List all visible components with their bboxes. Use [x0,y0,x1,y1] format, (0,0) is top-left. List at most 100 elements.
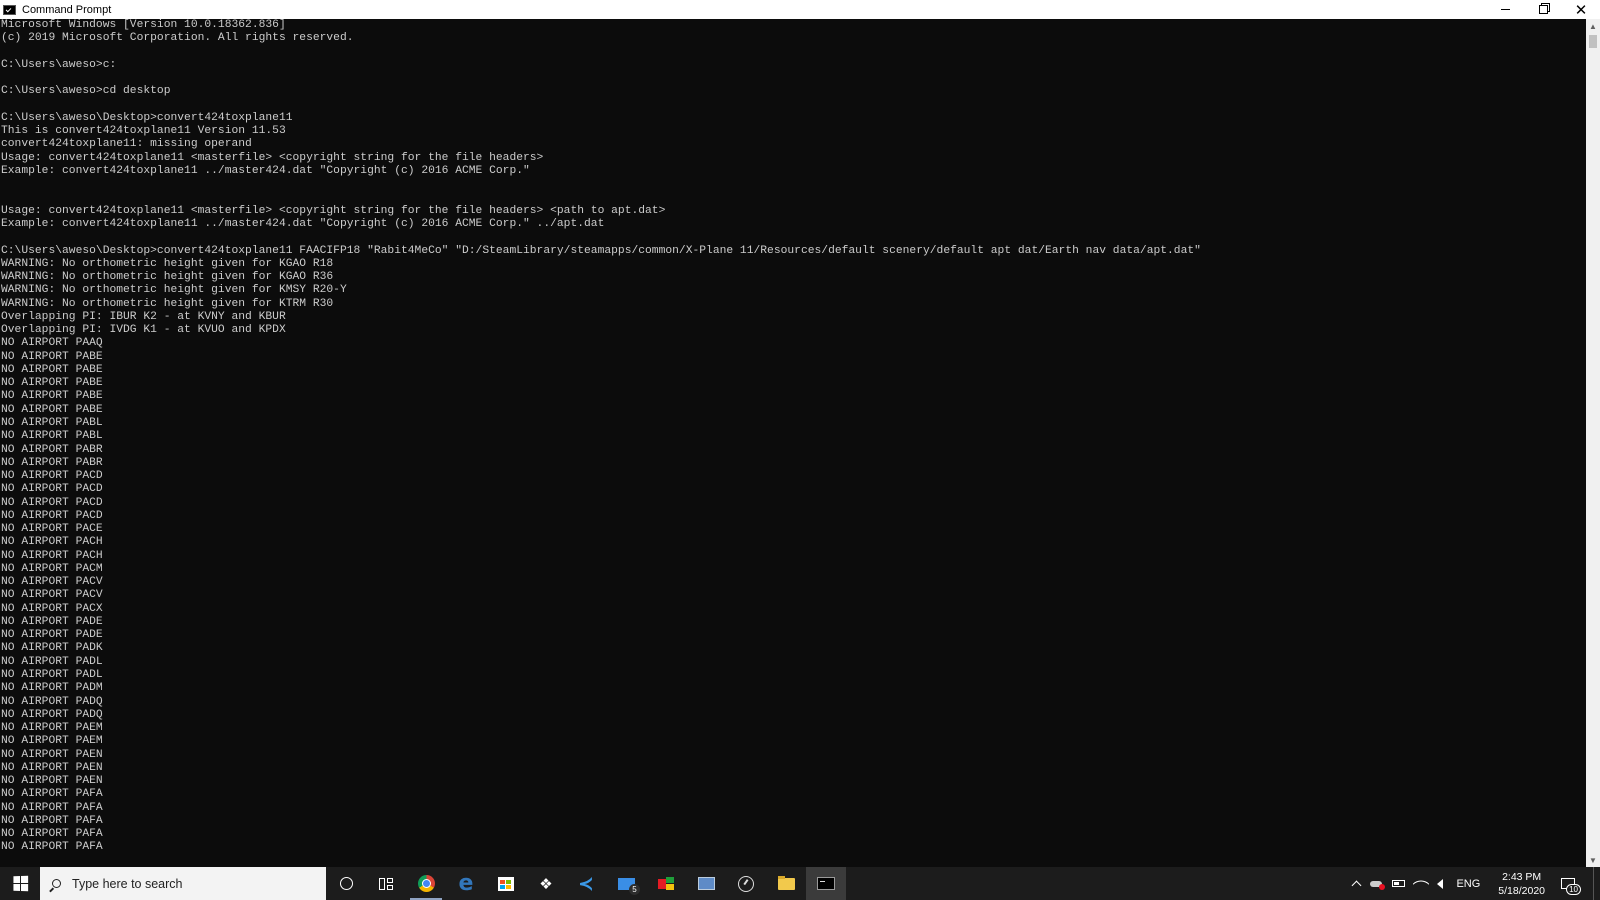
console-line: NO AIRPORT PAFA [1,814,103,827]
console-line: C:\Users\aweso>c: [1,58,117,71]
title-bar[interactable]: Command Prompt ✕ [0,0,1600,19]
console-line: NO AIRPORT PACV [1,589,103,602]
console-line: NO AIRPORT PADM [1,682,103,695]
console-line: NO AIRPORT PABE [1,350,103,363]
scroll-up-arrow-icon[interactable]: ▲ [1586,19,1600,33]
vscode-icon: ≺ [578,872,594,895]
taskbar: Type here to search e ❖ ≺ 5 ENG 2:43 PM … [0,867,1600,900]
mail-badge: 5 [629,884,640,895]
console-line: Overlapping PI: IVDG K1 - at KVUO and KP… [1,324,286,337]
console-line: C:\Users\aweso>cd desktop [1,85,171,98]
minimize-button[interactable] [1486,0,1524,19]
input-language-button[interactable]: ENG [1448,867,1488,900]
scroll-down-arrow-icon[interactable]: ▼ [1586,853,1600,867]
store-button[interactable] [486,867,526,900]
gauge-app-button[interactable] [726,867,766,900]
volume-tray-button[interactable] [1432,867,1448,900]
mail-button[interactable]: 5 [606,867,646,900]
network-tray-button[interactable] [1410,867,1432,900]
clock-time: 2:43 PM [1502,870,1542,883]
scrollbar-thumb[interactable] [1589,35,1597,48]
console-line: NO AIRPORT PACD [1,470,103,483]
console-line: NO AIRPORT PADK [1,642,103,655]
command-prompt-icon [817,877,835,890]
wifi-icon [1412,875,1430,892]
console-line: NO AIRPORT PACE [1,523,103,536]
remote-desktop-button[interactable] [686,867,726,900]
chrome-icon [417,875,435,892]
show-desktop-button[interactable] [1593,867,1600,900]
edge-button[interactable]: e [446,867,486,900]
vscode-button[interactable]: ≺ [566,867,606,900]
search-placeholder: Type here to search [72,876,183,891]
console-line: WARNING: No orthometric height given for… [1,284,347,297]
console-line: NO AIRPORT PADL [1,655,103,668]
store-icon [498,876,514,891]
show-hidden-icons-button[interactable] [1348,867,1365,900]
console-line: NO AIRPORT PACD [1,509,103,522]
console-line: NO AIRPORT PAAQ [1,337,103,350]
console-line: NO AIRPORT PADE [1,629,103,642]
dropbox-button[interactable]: ❖ [526,867,566,900]
onedrive-tray-button[interactable] [1365,867,1387,900]
windows-logo-icon [12,875,28,892]
console-line: NO AIRPORT PABE [1,363,103,376]
restore-button[interactable] [1524,0,1562,19]
console-line: NO AIRPORT PAFA [1,801,103,814]
file-explorer-button[interactable] [766,867,806,900]
cortana-button[interactable] [326,867,366,900]
console-line: NO AIRPORT PAEN [1,775,103,788]
console-line: Example: convert424toxplane11 ../master4… [1,217,605,230]
battery-tray-button[interactable] [1387,867,1410,900]
console-line: Usage: convert424toxplane11 <masterfile>… [1,151,544,164]
console-line: C:\Users\aweso\Desktop>convert424toxplan… [1,111,293,124]
console-line: NO AIRPORT PAFA [1,828,103,841]
onedrive-icon [1370,880,1386,890]
dropbox-icon: ❖ [539,875,553,893]
console-line: NO AIRPORT PADQ [1,695,103,708]
console-line: NO AIRPORT PAEM [1,735,103,748]
console-line: NO AIRPORT PADQ [1,708,103,721]
console-output[interactable]: Microsoft Windows [Version 10.0.18362.83… [0,19,1586,867]
console-line: NO AIRPORT PACD [1,483,103,496]
system-tray: ENG 2:43 PM 5/18/2020 10 [1348,867,1600,900]
command-prompt-app-icon[interactable] [3,4,16,15]
console-line: NO AIRPORT PAEM [1,722,103,735]
window-controls: ✕ [1486,0,1600,19]
start-button[interactable] [0,867,40,900]
console-line: NO AIRPORT PAEN [1,748,103,761]
chevron-up-icon [1351,880,1362,891]
console-line: NO AIRPORT PACD [1,496,103,509]
console-line: Example: convert424toxplane11 ../master4… [1,164,530,177]
clock-date: 5/18/2020 [1498,884,1545,897]
remote-desktop-icon [697,877,715,890]
console-line: NO AIRPORT PABE [1,377,103,390]
action-center-button[interactable]: 10 [1555,867,1587,900]
task-view-button[interactable] [366,867,406,900]
taskbar-pinned-apps: e ❖ ≺ 5 [326,867,846,900]
console-line: NO AIRPORT PABL [1,416,103,429]
vertical-scrollbar[interactable]: ▲ ▼ [1586,19,1600,867]
console-line: WARNING: No orthometric height given for… [1,271,334,284]
console-line: NO AIRPORT PAEN [1,761,103,774]
taskbar-search-box[interactable]: Type here to search [40,867,326,900]
console-line: Microsoft Windows [Version 10.0.18362.83… [1,19,286,31]
console-line: C:\Users\aweso\Desktop>convert424toxplan… [1,244,1201,257]
task-view-icon [379,877,393,890]
console-line: NO AIRPORT PACX [1,602,103,615]
console-line: NO AIRPORT PACH [1,549,103,562]
console-line: NO AIRPORT PAFA [1,788,103,801]
speaker-icon [1437,878,1444,889]
clock-button[interactable]: 2:43 PM 5/18/2020 [1488,867,1555,900]
console-line: Overlapping PI: IBUR K2 - at KVNY and KB… [1,310,286,323]
console-line: convert424toxplane11: missing operand [1,138,252,151]
command-prompt-window: Command Prompt ✕ Microsoft Windows [Vers… [0,0,1600,867]
edge-icon: e [458,870,474,896]
command-prompt-taskbar-button[interactable] [806,867,846,900]
xplane-button[interactable] [646,867,686,900]
close-button[interactable]: ✕ [1562,0,1600,19]
chrome-button[interactable] [406,867,446,900]
